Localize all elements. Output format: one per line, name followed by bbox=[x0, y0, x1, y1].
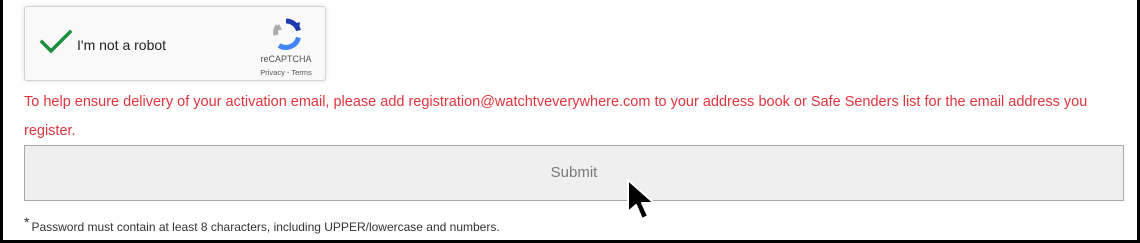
checkmark-icon[interactable] bbox=[39, 29, 73, 55]
password-requirements-text: Password must contain at least 8 charact… bbox=[31, 220, 500, 234]
password-requirements-note: * Password must contain at least 8 charac… bbox=[24, 214, 500, 234]
submit-button[interactable]: Submit bbox=[24, 145, 1124, 201]
required-marker: * bbox=[24, 214, 30, 230]
recaptcha-brand: reCAPTCHA bbox=[260, 54, 312, 64]
recaptcha-legal-links: Privacy - Terms bbox=[250, 68, 322, 77]
recaptcha-widget: I'm not a robot reCAPTCHA Privacy - Terms bbox=[24, 6, 326, 81]
delivery-notice: To help ensure delivery of your activati… bbox=[24, 94, 1088, 139]
captcha-label: I'm not a robot bbox=[77, 37, 167, 53]
legal-separator: - bbox=[286, 68, 290, 77]
terms-link[interactable]: Terms bbox=[291, 68, 311, 77]
signup-form-fragment: I'm not a robot reCAPTCHA Privacy - Terms … bbox=[0, 0, 1140, 243]
recaptcha-logo-icon bbox=[273, 18, 301, 50]
privacy-link[interactable]: Privacy bbox=[260, 68, 285, 77]
